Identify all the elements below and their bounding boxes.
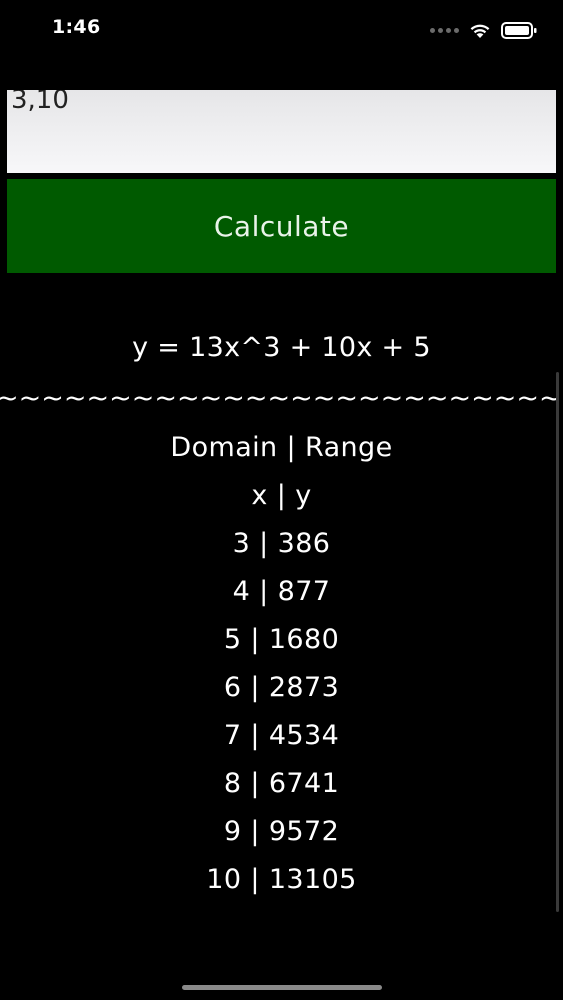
equation-text: y = 13x^3 + 10x + 5 bbox=[132, 332, 431, 363]
table-row: 9 | 9572 bbox=[223, 816, 340, 847]
table-row: 8 | 6741 bbox=[223, 768, 340, 799]
table-row: 4 | 877 bbox=[232, 576, 331, 607]
status-icons bbox=[430, 18, 537, 42]
numbers-input[interactable]: 3,10 bbox=[7, 90, 556, 173]
status-time: 1:46 bbox=[52, 16, 101, 38]
scroll-indicator[interactable] bbox=[556, 372, 559, 912]
cellular-signal-icon bbox=[430, 27, 459, 33]
calculate-button[interactable]: Calculate bbox=[7, 179, 556, 273]
table-subheader: x | y bbox=[251, 480, 312, 511]
app-screen: 1:46 3,10 Calculate y = 13x^3 + 10x + 5 … bbox=[0, 0, 563, 1000]
table-row: 3 | 386 bbox=[232, 528, 331, 559]
table-header: Domain | Range bbox=[170, 432, 393, 463]
results-table: Domain | Range x | y 3 | 386 4 | 877 5 |… bbox=[0, 428, 563, 908]
tilde-divider: ~~~~~~~~~~~~~~~~~~~~~~~~~~~~~~~~~~~~~~~~ bbox=[0, 383, 563, 414]
status-bar: 1:46 bbox=[0, 0, 563, 60]
battery-icon bbox=[501, 21, 537, 39]
table-row: 5 | 1680 bbox=[223, 624, 340, 655]
table-row: 7 | 4534 bbox=[223, 720, 340, 751]
wifi-icon bbox=[469, 22, 491, 39]
home-indicator[interactable] bbox=[182, 985, 382, 990]
table-row: 10 | 13105 bbox=[206, 864, 357, 895]
table-row: 6 | 2873 bbox=[223, 672, 340, 703]
